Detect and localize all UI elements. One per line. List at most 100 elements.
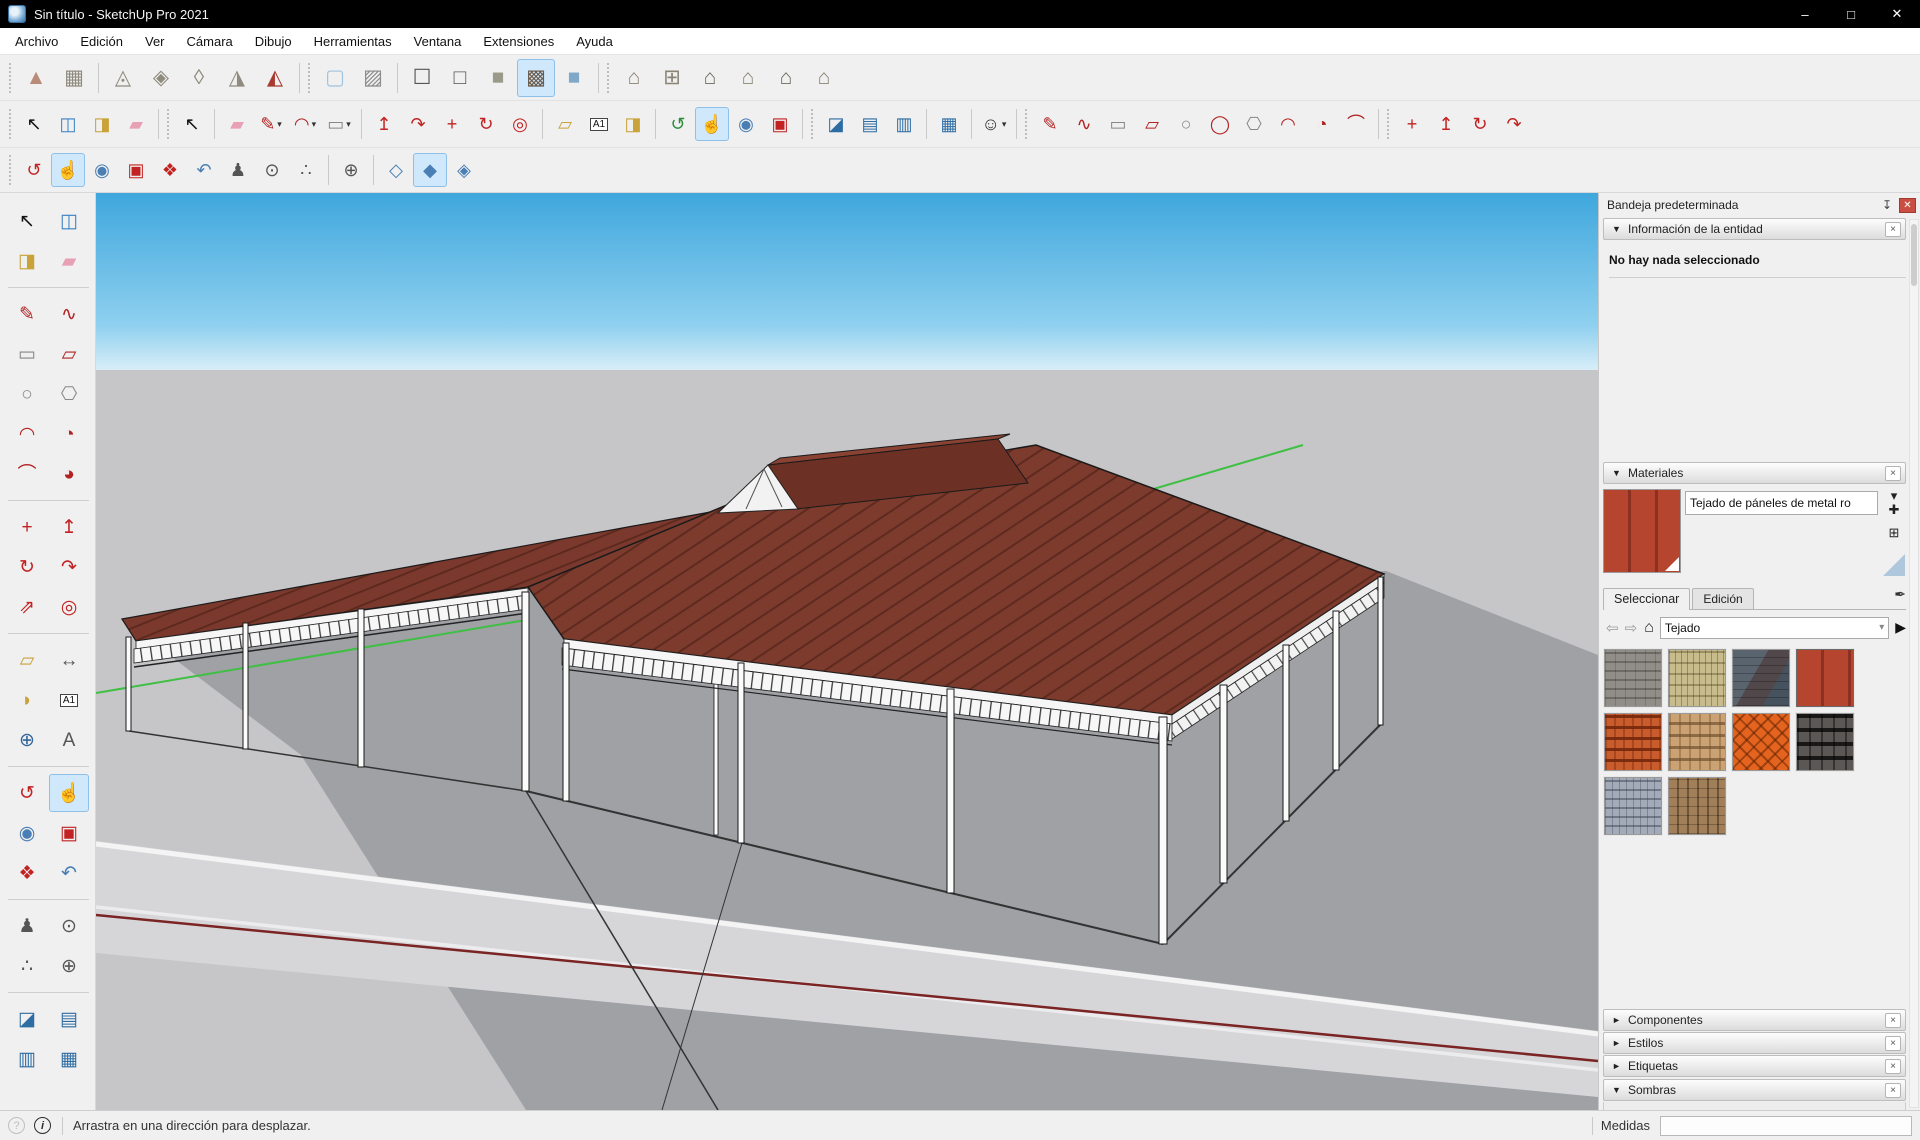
paint-bucket-button[interactable]: ◨ [7, 242, 47, 280]
material-swatch-roofing-rounded-tan-tiles[interactable] [1668, 713, 1726, 771]
secondary-pane-icon[interactable]: ▾✚ [1889, 489, 1900, 518]
3d-text-button[interactable]: A [49, 721, 89, 759]
pin-icon[interactable]: ↧ [1878, 196, 1896, 214]
section-close-icon[interactable]: × [1885, 222, 1901, 237]
text-button[interactable]: A1 [582, 107, 616, 141]
details-arrow-button[interactable]: ▶ [1895, 619, 1906, 636]
add-detail-button[interactable]: ◮ [218, 59, 256, 97]
select-2-button[interactable]: ↖ [175, 107, 209, 141]
pie-button[interactable]: ◔ [49, 415, 89, 453]
tape-measure-button[interactable]: ▱ [7, 641, 47, 679]
section-outer-button[interactable]: ▦ [49, 1040, 89, 1078]
style-monochrome-button[interactable]: ■ [555, 59, 593, 97]
section-close-icon[interactable]: × [1885, 1083, 1901, 1098]
sample-paint-icon[interactable] [1883, 554, 1905, 576]
tab-edicion[interactable]: Edición [1692, 588, 1753, 609]
arc-button[interactable]: ◠▾ [288, 107, 322, 141]
push-pull-2-button[interactable]: ↥ [1429, 107, 1463, 141]
pan-button[interactable]: ☝ [695, 107, 729, 141]
close-button[interactable]: ✕ [1874, 0, 1920, 28]
measurements-box[interactable] [1660, 1116, 1912, 1136]
menu-archivo[interactable]: Archivo [4, 28, 69, 54]
select-button[interactable]: ↖ [17, 107, 51, 141]
add-material-icon[interactable]: ⊞ [1889, 526, 1900, 540]
push-pull-button[interactable]: ↥ [367, 107, 401, 141]
menu-camara[interactable]: Cámara [176, 28, 244, 54]
toolbar-grip[interactable] [9, 63, 14, 93]
material-swatch-roofing-dark-slate[interactable] [1732, 649, 1790, 707]
menu-dibujo[interactable]: Dibujo [244, 28, 303, 54]
paint-bucket-button[interactable]: ◨ [85, 107, 119, 141]
section-display-button[interactable]: ▥ [887, 107, 921, 141]
section-cuts-button[interactable]: ▤ [853, 107, 887, 141]
section-estilos[interactable]: ►Estilos× [1603, 1032, 1906, 1054]
compass-button[interactable]: ⊕ [49, 947, 89, 985]
zoom-button[interactable]: ◉ [729, 107, 763, 141]
tray-close-icon[interactable]: ✕ [1899, 198, 1916, 213]
collection-dropdown[interactable]: Tejado ▾ [1660, 617, 1889, 639]
zoom-window-button[interactable]: ▣ [119, 153, 153, 187]
account-button[interactable]: ☺▾ [977, 107, 1011, 141]
rotate-button[interactable]: ↻ [469, 107, 503, 141]
sandbox-from-scratch-button[interactable]: ▦ [55, 59, 93, 97]
line-button[interactable]: ✎ [7, 295, 47, 333]
make-component-button[interactable]: ◫ [49, 202, 89, 240]
walk-button[interactable]: ∴ [7, 947, 47, 985]
menu-ayuda[interactable]: Ayuda [565, 28, 624, 54]
style-wireframe-button[interactable]: ☐ [403, 59, 441, 97]
section-close-icon[interactable]: × [1885, 1059, 1901, 1074]
rectangle-button[interactable]: ▭ [1101, 107, 1135, 141]
orbit-button[interactable]: ↺ [661, 107, 695, 141]
forward-arrow-icon[interactable]: ⇨ [1625, 619, 1638, 637]
move-2-button[interactable]: + [1395, 107, 1429, 141]
maximize-button[interactable]: □ [1828, 0, 1874, 28]
smoove-button[interactable]: ◬ [104, 59, 142, 97]
material-swatch-roofing-orange-fishscale-tiles[interactable] [1732, 713, 1790, 771]
view-cube-2-button[interactable]: ◆ [413, 153, 447, 187]
arc-3pt-button[interactable]: ⌒ [7, 455, 47, 493]
section-sombras[interactable]: ▼ Sombras × [1603, 1079, 1906, 1101]
push-pull-button[interactable]: ↥ [49, 508, 89, 546]
move-button[interactable]: + [7, 508, 47, 546]
line-button[interactable]: ✎▾ [254, 107, 288, 141]
protractor-button[interactable]: ◗ [7, 681, 47, 719]
view-left-button[interactable]: ⌂ [805, 59, 843, 97]
section-close-icon[interactable]: × [1885, 1013, 1901, 1028]
follow-me-button[interactable]: ↷ [49, 548, 89, 586]
material-swatch-roofing-gray-shingles[interactable] [1604, 649, 1662, 707]
toolbar-grip[interactable] [1025, 109, 1030, 139]
model-viewport[interactable] [96, 193, 1598, 1110]
rotated-rectangle-button[interactable]: ▱ [1135, 107, 1169, 141]
orbit-button[interactable]: ↺ [7, 774, 47, 812]
eraser-button[interactable]: ▰ [49, 242, 89, 280]
zoom-extents-button[interactable]: ❖ [7, 854, 47, 892]
compass-button[interactable]: ⊕ [334, 153, 368, 187]
model-canvas[interactable] [96, 193, 1598, 1110]
position-camera-button[interactable]: ♟ [7, 907, 47, 945]
position-camera-button[interactable]: ♟ [221, 153, 255, 187]
toolbar-grip[interactable] [9, 155, 14, 185]
paint-2-button[interactable]: ◨ [616, 107, 650, 141]
polygon-button[interactable]: ⎔ [1237, 107, 1271, 141]
style-shaded-button[interactable]: ■ [479, 59, 517, 97]
circle-button[interactable]: ○ [1169, 107, 1203, 141]
view-cube-1-button[interactable]: ◇ [379, 153, 413, 187]
minimize-button[interactable]: – [1782, 0, 1828, 28]
freehand-button[interactable]: ∿ [49, 295, 89, 333]
eyedropper-icon[interactable]: ✒ [1894, 586, 1906, 603]
axes-button[interactable]: ⊕ [7, 721, 47, 759]
pie-button[interactable]: ◔ [1305, 107, 1339, 141]
arc-2pt-button[interactable]: ◠ [7, 415, 47, 453]
move-button[interactable]: + [435, 107, 469, 141]
view-back-button[interactable]: ⌂ [767, 59, 805, 97]
sandbox-from-contours-button[interactable]: ▲ [17, 59, 55, 97]
menu-herramientas[interactable]: Herramientas [303, 28, 403, 54]
view-front-button[interactable]: ⌂ [691, 59, 729, 97]
menu-ver[interactable]: Ver [134, 28, 176, 54]
select-button[interactable]: ↖ [7, 202, 47, 240]
section-close-icon[interactable]: × [1885, 466, 1901, 481]
section-entity-info[interactable]: ▼ Información de la entidad × [1603, 218, 1906, 240]
tray-scrollbar[interactable] [1909, 219, 1919, 1108]
circle-button[interactable]: ○ [7, 375, 47, 413]
eraser-2-button[interactable]: ▰ [220, 107, 254, 141]
